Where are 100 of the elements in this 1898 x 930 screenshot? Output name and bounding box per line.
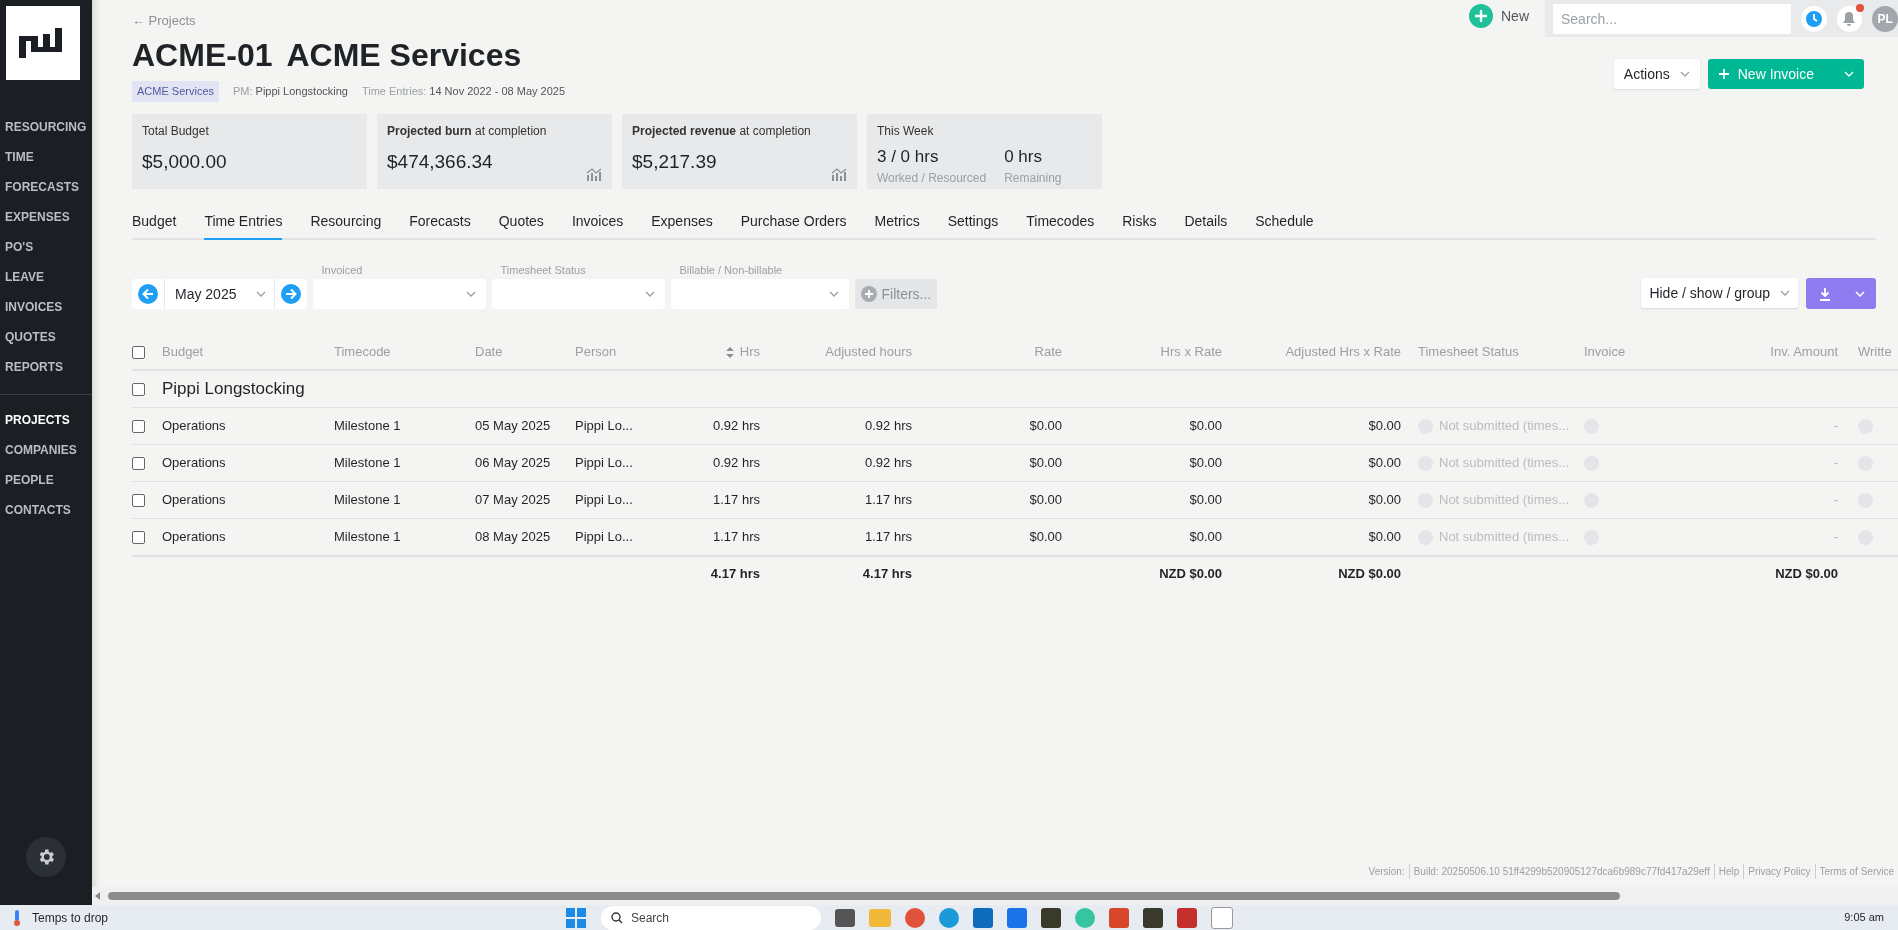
table-cell-text: $0.00: [1368, 491, 1401, 510]
sidebar-item[interactable]: REPORTS: [0, 352, 92, 382]
table-cell-text: Milestone 1: [334, 417, 401, 436]
pm-name: Pippi Longstocking: [255, 84, 348, 99]
search-field[interactable]: Search...: [1553, 3, 1791, 34]
sidebar-item[interactable]: QUOTES: [0, 322, 92, 352]
caret-icon: [1844, 71, 1854, 77]
card-title: Projected burn at completion: [387, 122, 548, 140]
tab[interactable]: Purchase Orders: [740, 210, 847, 240]
tab[interactable]: Settings: [947, 210, 999, 240]
table-cell-text: 1.17 hrs: [713, 491, 760, 510]
sidebar-item[interactable]: PO'S: [0, 232, 92, 262]
card-title: Projected revenue at completion: [632, 122, 812, 140]
period-picker[interactable]: May 2025: [132, 279, 308, 309]
caret-icon: [645, 291, 656, 297]
tab[interactable]: Forecasts: [409, 210, 471, 240]
checkbox[interactable]: [132, 345, 145, 359]
caret-icon: [1679, 71, 1690, 77]
tab[interactable]: Quotes: [498, 210, 544, 240]
tab[interactable]: Metrics: [874, 210, 920, 240]
sidebar-item[interactable]: PEOPLE: [0, 465, 92, 495]
settings-icon[interactable]: [26, 837, 66, 877]
sidebar-item[interactable]: LEAVE: [0, 262, 92, 292]
tab[interactable]: Time Entries: [204, 210, 283, 240]
dropdown-label: Timesheet Status: [499, 262, 587, 278]
plus-icon: [1717, 68, 1730, 80]
checkbox[interactable]: [132, 530, 145, 544]
app-icon[interactable]: [1177, 907, 1197, 928]
sidebar-item[interactable]: COMPANIES: [0, 435, 92, 465]
new-label[interactable]: New: [1501, 5, 1529, 27]
tab[interactable]: Timecodes: [1026, 210, 1095, 240]
table-cell-text: $0.00: [1029, 491, 1062, 510]
stat-value: 0 hrs: [1004, 145, 1043, 168]
table-cell-text: 08 May 2025: [475, 528, 551, 547]
table-cell-text: Milestone 1: [334, 491, 401, 510]
tab[interactable]: Budget: [132, 210, 177, 240]
bell-icon: [1841, 10, 1858, 27]
card-value: $5,217.39: [632, 149, 718, 174]
sidebar-item[interactable]: PROJECTS: [0, 405, 92, 435]
sidebar-item[interactable]: EXPENSES: [0, 202, 92, 232]
search-icon: [611, 911, 623, 924]
table-cell-text: 0.92 hrs: [713, 454, 760, 473]
client-tag[interactable]: ACME Services: [132, 81, 220, 102]
table-cell-text: 0.92 hrs: [713, 417, 760, 436]
table-cell-text: -: [1833, 491, 1838, 510]
tab[interactable]: Risks: [1122, 210, 1157, 240]
tab[interactable]: Schedule: [1255, 210, 1314, 240]
notifications-button[interactable]: [1836, 5, 1863, 32]
table-cell-text: $0.00: [1189, 491, 1222, 510]
table-cell-text: 06 May 2025: [475, 454, 551, 473]
table-cell-text: Operations: [162, 491, 226, 510]
sidebar-item[interactable]: FORECASTS: [0, 172, 92, 202]
card-title: This Week: [877, 122, 935, 140]
app-icon[interactable]: [835, 908, 855, 927]
tab[interactable]: Details: [1184, 210, 1228, 240]
sidebar-item[interactable]: TIME: [0, 142, 92, 172]
card-value: $474,366.34: [387, 149, 494, 174]
dropdown-label: Invoiced: [320, 262, 364, 278]
scroll-left-icon[interactable]: [94, 892, 102, 900]
table-cell-text: Milestone 1: [334, 528, 401, 547]
app-icon[interactable]: [973, 907, 993, 928]
status-text: Not submitted (times...: [1439, 417, 1570, 436]
sort-icon: [725, 346, 734, 358]
table-cell-text: $0.00: [1029, 454, 1062, 473]
sidebar-item[interactable]: RESOURCING: [0, 112, 92, 142]
status-text: Not submitted (times...: [1439, 528, 1570, 547]
hide-show-group-dropdown[interactable]: Hide / show / group: [1641, 278, 1798, 308]
total-value: 4.17 hrs: [710, 564, 760, 583]
start-icon[interactable]: [565, 906, 587, 929]
actions-dropdown[interactable]: Actions: [1613, 59, 1700, 89]
app-icon[interactable]: [1143, 907, 1163, 928]
sidebar-item[interactable]: INVOICES: [0, 292, 92, 322]
sidebar-item[interactable]: CONTACTS: [0, 495, 92, 525]
table-cell-text: $0.00: [1189, 417, 1222, 436]
table-cell-text: $0.00: [1368, 417, 1401, 436]
logo-icon[interactable]: [6, 6, 80, 80]
tab[interactable]: Invoices: [571, 210, 624, 240]
table-cell-text: Operations: [162, 454, 226, 473]
period-value[interactable]: May 2025: [164, 279, 276, 309]
download-button[interactable]: [1806, 278, 1876, 309]
build-text: Build: 20250506.10 51ff4299b520905127dca6b989c77fd417a29eff: [1408, 864, 1710, 879]
table-cell-text: $0.00: [1368, 454, 1401, 473]
checkbox[interactable]: [132, 419, 145, 433]
caret-icon: [829, 291, 840, 297]
time-entries-label: Time Entries:: [361, 84, 427, 99]
tab[interactable]: Resourcing: [310, 210, 382, 240]
add-icon[interactable]: [1469, 4, 1493, 28]
checkbox[interactable]: [132, 493, 145, 507]
timer-button[interactable]: [1800, 5, 1827, 32]
tab[interactable]: Expenses: [651, 210, 713, 240]
table-cell-text: Pippi Lo...: [575, 417, 633, 436]
taskbar-search-field[interactable]: Search: [601, 905, 821, 930]
checkbox[interactable]: [132, 382, 145, 396]
stat-value: 3 / 0 hrs: [877, 145, 940, 168]
checkbox[interactable]: [132, 456, 145, 470]
card-title: Total Budget: [142, 122, 210, 140]
app-icon[interactable]: [1041, 907, 1061, 928]
horizontal-scrollbar[interactable]: [108, 892, 1620, 900]
weather-text[interactable]: Temps to drop: [32, 908, 109, 927]
clock-icon: [1804, 9, 1823, 28]
